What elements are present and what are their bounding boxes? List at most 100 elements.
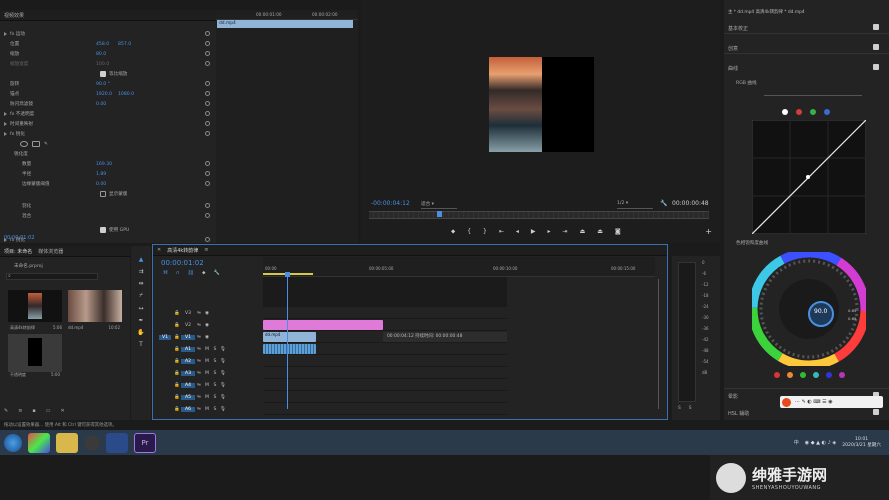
basic-checkbox[interactable]: [873, 24, 879, 30]
lock-icon[interactable]: ✎: [4, 408, 8, 414]
playhead[interactable]: [437, 211, 442, 217]
lock-icon[interactable]: 🔒: [173, 371, 181, 376]
tab-effects[interactable]: 视频效果: [4, 12, 24, 19]
sync-icon[interactable]: ⇋: [195, 407, 203, 412]
section-curves[interactable]: 曲线: [724, 60, 889, 74]
lock-icon[interactable]: 🔒: [173, 311, 181, 316]
taskbar-app-media-icon[interactable]: [28, 432, 50, 453]
reset-icon[interactable]: [205, 111, 210, 116]
mic-icon[interactable]: 🎙: [219, 395, 227, 400]
hand-tool-icon[interactable]: ✋: [137, 329, 144, 336]
go-to-out-icon[interactable]: ⇥: [563, 228, 568, 236]
eye-icon[interactable]: ◉: [203, 311, 211, 316]
lane-a4[interactable]: [263, 380, 507, 391]
taskbar-app-photoshop-icon[interactable]: [106, 432, 128, 453]
reset-icon[interactable]: [205, 181, 210, 186]
add-button[interactable]: +: [705, 227, 712, 236]
reset-icon[interactable]: [205, 121, 210, 126]
rgb-curve-graph[interactable]: [752, 120, 866, 234]
red-swatch-icon[interactable]: [774, 372, 780, 378]
marker-icon[interactable]: ⬥: [451, 228, 455, 236]
taskbar-app-premiere-icon[interactable]: Pr: [134, 432, 156, 453]
reset-icon[interactable]: [205, 171, 210, 176]
adjustment-clip[interactable]: [263, 320, 383, 330]
lock-icon[interactable]: 🔒: [173, 383, 181, 388]
icon-view-icon[interactable]: ▪: [32, 408, 35, 414]
linked-selection-icon[interactable]: ⛓: [188, 270, 194, 276]
tab-media-browser[interactable]: 媒体浏览器: [38, 248, 63, 255]
taskbar-app-explorer-icon[interactable]: [56, 432, 78, 453]
ime-toolbar[interactable]: ⋯ ✎ ◐ ⌨ ☰ ◉: [780, 396, 883, 408]
quality-dropdown[interactable]: 1/2 ▾: [617, 201, 653, 209]
sync-icon[interactable]: ⇋: [195, 395, 203, 400]
taskbar-app-obs-icon[interactable]: [84, 434, 100, 451]
lock-icon[interactable]: 🔒: [173, 335, 181, 340]
hsl-checkbox[interactable]: [873, 409, 879, 415]
settings-icon[interactable]: 🔧: [214, 270, 220, 276]
ec-timecode[interactable]: 00:00:01:02: [4, 235, 35, 241]
green-channel-icon[interactable]: [810, 109, 816, 115]
lane-v2[interactable]: [263, 320, 507, 331]
reset-icon[interactable]: [205, 61, 210, 66]
lock-icon[interactable]: 🔒: [173, 347, 181, 352]
reset-icon[interactable]: [205, 161, 210, 166]
ime-lang[interactable]: 中: [794, 439, 799, 446]
solo-icon[interactable]: S: [211, 371, 219, 376]
project-search-input[interactable]: ⌕: [6, 273, 98, 280]
reset-icon[interactable]: [205, 213, 210, 218]
cyan-swatch-icon[interactable]: [813, 372, 819, 378]
program-scrubber[interactable]: [369, 211, 709, 219]
mute-icon[interactable]: M: [203, 395, 211, 400]
blue-channel-icon[interactable]: [824, 109, 830, 115]
play-icon[interactable]: ▶: [531, 228, 536, 236]
mic-icon[interactable]: 🎙: [219, 371, 227, 376]
white-channel-icon[interactable]: [782, 109, 788, 115]
solo-icon[interactable]: S: [211, 395, 219, 400]
ripple-edit-icon[interactable]: ⇹: [138, 280, 143, 287]
lane-a1[interactable]: [263, 344, 507, 355]
razor-tool-icon[interactable]: ⌿: [139, 292, 143, 300]
lane-a6[interactable]: [263, 404, 507, 415]
lane-a5[interactable]: [263, 392, 507, 403]
mute-icon[interactable]: M: [203, 407, 211, 412]
mute-icon[interactable]: M: [203, 347, 211, 352]
tray-icons[interactable]: ◉ ◆ ▲ ◐ ♪ ◈: [805, 440, 836, 446]
delete-icon[interactable]: ✕: [61, 408, 65, 414]
sync-icon[interactable]: ⇋: [195, 311, 203, 316]
slip-tool-icon[interactable]: ↔: [138, 305, 143, 312]
ec-clip-bar[interactable]: dd.mp4: [217, 20, 353, 28]
lift-icon[interactable]: ⏏: [580, 228, 586, 236]
track-select-icon[interactable]: ⇉: [138, 268, 143, 275]
reset-icon[interactable]: [205, 237, 210, 242]
reset-icon[interactable]: [205, 31, 210, 36]
menu-icon[interactable]: ≡: [204, 247, 208, 253]
solo-icon[interactable]: S: [211, 359, 219, 364]
tab-project[interactable]: 项目: 未命名: [4, 248, 32, 255]
audio-clip[interactable]: [263, 344, 316, 354]
sync-icon[interactable]: ⇋: [195, 323, 203, 328]
hue-sat-label[interactable]: 色相饱和度曲线: [736, 240, 768, 246]
clock[interactable]: 10:01 2020/3/21 星期六: [842, 437, 881, 448]
reset-icon[interactable]: [205, 203, 210, 208]
lock-icon[interactable]: 🔒: [173, 407, 181, 412]
timeline-ruler[interactable]: 00:00 00:00:05:00 00:00:10:00 00:00:15:0…: [263, 257, 655, 277]
start-button[interactable]: [4, 433, 22, 452]
mute-icon[interactable]: M: [203, 359, 211, 364]
lane-a2[interactable]: [263, 356, 507, 367]
source-v1-toggle[interactable]: V1: [159, 335, 171, 340]
timeline-v-scroll[interactable]: [658, 279, 661, 409]
lane-v3[interactable]: [263, 308, 507, 319]
bin-item-opacity[interactable]: [8, 334, 62, 372]
extract-icon[interactable]: ⏏: [597, 228, 603, 236]
mute-icon[interactable]: M: [203, 371, 211, 376]
add-marker-icon[interactable]: ⬥: [202, 270, 206, 276]
mark-in-icon[interactable]: {: [467, 228, 471, 236]
step-back-icon[interactable]: ◂: [516, 228, 519, 236]
reset-icon[interactable]: [205, 101, 210, 106]
new-bin-icon[interactable]: ▭: [46, 408, 51, 414]
bin-item-sequence[interactable]: [8, 290, 62, 322]
wrench-icon[interactable]: 🔧: [660, 200, 667, 207]
pen-tool-icon[interactable]: ✒: [138, 317, 143, 324]
curves-checkbox[interactable]: [873, 64, 879, 70]
mic-icon[interactable]: 🎙: [219, 383, 227, 388]
